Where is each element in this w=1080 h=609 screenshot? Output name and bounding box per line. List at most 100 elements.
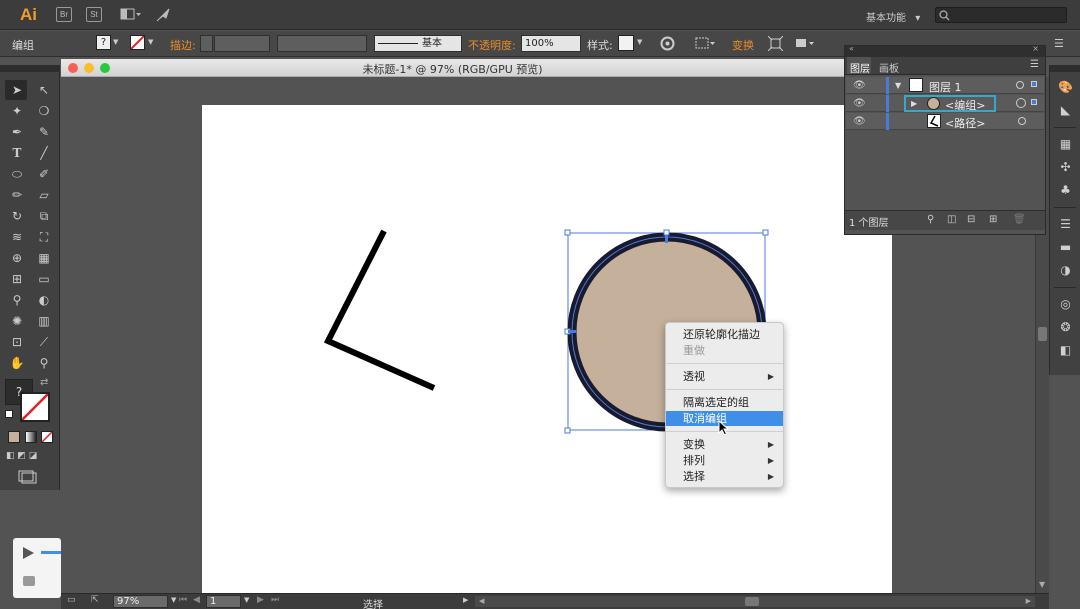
appearance-panel-icon[interactable]: ◎ <box>1058 297 1073 312</box>
perspective-grid-tool-icon[interactable]: ▦ <box>35 250 53 266</box>
brushes-icon[interactable]: ✣ <box>1058 160 1073 175</box>
stroke-swatch[interactable] <box>130 35 145 50</box>
path-name[interactable]: <路径> <box>945 115 985 131</box>
symbols-icon[interactable]: ♣ <box>1058 183 1073 198</box>
close-panel-icon[interactable]: × <box>1032 44 1039 53</box>
zoom-dropdown-caret[interactable]: ▼ <box>171 596 176 604</box>
hand-tool-icon[interactable]: ✋ <box>8 355 26 371</box>
eye-icon[interactable]: 👁 <box>853 80 866 91</box>
pen-tool-icon[interactable]: ✒ <box>8 124 26 140</box>
pencil-tool-icon[interactable]: ✏ <box>8 187 26 203</box>
fill-dropdown-caret[interactable]: ▼ <box>113 38 118 46</box>
graphic-style-swatch[interactable] <box>618 35 634 51</box>
scale-tool-icon[interactable]: ⧉ <box>35 208 53 224</box>
direct-selection-tool-icon[interactable]: ↖ <box>35 82 53 98</box>
variable-width-profile[interactable] <box>277 35 367 52</box>
layer-row-group[interactable]: 👁 ▶ <编组> <box>846 95 1044 112</box>
status-menu-arrow[interactable]: ▶ <box>463 596 468 604</box>
paintbrush-tool-icon[interactable]: ✐ <box>35 166 53 182</box>
handle-top-left[interactable] <box>564 229 571 236</box>
menu-item-transform[interactable]: 变换 ▶ <box>666 437 783 452</box>
selection-tool-icon[interactable]: ➤ <box>8 82 26 98</box>
layer-row[interactable]: 👁 ▼ 图层 1 <box>846 77 1044 94</box>
color-palette-icon[interactable]: 🎨 <box>1058 80 1073 95</box>
line-segment-tool-icon[interactable]: ╱ <box>35 145 53 161</box>
gpu-performance-button[interactable] <box>155 7 171 23</box>
scroll-down-icon[interactable]: ▼ <box>1039 580 1045 589</box>
document-profile-icon[interactable]: ▭ <box>67 595 76 605</box>
layer-row-path[interactable]: 👁 <路径> <box>846 113 1044 130</box>
angle-path[interactable] <box>323 229 436 391</box>
layer-name[interactable]: 图层 1 <box>929 79 962 95</box>
gradient-mode-button[interactable] <box>25 431 37 443</box>
selection-indicator[interactable] <box>1031 81 1037 87</box>
curvature-tool-icon[interactable]: ✎ <box>35 124 53 140</box>
isolate-button[interactable] <box>767 35 784 52</box>
stroke-panel-icon[interactable]: ☰ <box>1058 217 1073 232</box>
expand-triangle-icon[interactable]: ▶ <box>911 99 917 108</box>
zoom-tool-icon[interactable]: ⚲ <box>35 355 53 371</box>
color-guide-icon[interactable]: ◣ <box>1058 103 1073 118</box>
stroke-dropdown-caret[interactable]: ▼ <box>148 38 153 46</box>
brush-definition-dropdown[interactable]: 基本 <box>374 35 462 52</box>
stroke-none-swatch[interactable] <box>20 392 50 422</box>
new-layer-icon[interactable]: ⊞ <box>989 214 997 225</box>
horizontal-scroll-thumb[interactable] <box>745 597 759 606</box>
style-dropdown-caret[interactable]: ▼ <box>637 38 642 46</box>
column-graph-tool-icon[interactable]: ▥ <box>35 313 53 329</box>
menu-item-select[interactable]: 选择 ▶ <box>666 469 783 484</box>
gradient-tool-icon[interactable]: ▭ <box>35 271 53 287</box>
arrange-documents-button[interactable] <box>120 7 142 22</box>
tools-panel-grip[interactable] <box>0 65 60 72</box>
ellipse-tool-icon[interactable]: ⬭ <box>8 166 26 182</box>
anchor-left[interactable] <box>568 330 576 333</box>
anchor-top[interactable] <box>665 235 668 243</box>
selection-indicator[interactable] <box>1031 99 1037 105</box>
handle-bottom-left[interactable] <box>564 427 571 434</box>
first-artboard-icon[interactable]: ⏮ <box>179 595 187 605</box>
share-icon[interactable]: ⇱ <box>91 595 99 605</box>
transparency-panel-icon[interactable]: ◑ <box>1058 263 1073 278</box>
search-input[interactable] <box>935 7 1067 23</box>
scroll-left-icon[interactable]: ◀ <box>479 597 484 605</box>
layers-panel-icon[interactable]: ◧ <box>1058 343 1073 358</box>
swap-fill-stroke-icon[interactable]: ⇄ <box>40 377 48 388</box>
stroke-weight-stepper[interactable] <box>200 35 213 52</box>
last-artboard-icon[interactable]: ⏭ <box>271 595 279 605</box>
make-clipping-mask-icon[interactable]: ◫ <box>947 214 956 225</box>
delete-layer-icon[interactable]: 🗑 <box>1013 214 1026 225</box>
default-fill-stroke-icon[interactable] <box>5 410 13 418</box>
vertical-scroll-thumb[interactable] <box>1038 327 1047 341</box>
warp-tool-icon[interactable]: ≋ <box>8 229 26 245</box>
eye-icon[interactable]: 👁 <box>853 98 866 109</box>
previous-artboard-icon[interactable]: ◀ <box>193 595 200 605</box>
menu-item-perspective[interactable]: 透视 ▶ <box>666 369 783 384</box>
stock-button[interactable]: St <box>86 7 102 22</box>
current-tool-status[interactable]: 选择 <box>363 596 383 609</box>
locate-object-icon[interactable]: ⚲ <box>927 214 934 225</box>
next-artboard-icon[interactable]: ▶ <box>257 595 264 605</box>
eye-icon[interactable]: 👁 <box>853 116 866 127</box>
group-name[interactable]: <编组> <box>945 97 985 113</box>
eraser-tool-icon[interactable]: ▱ <box>35 187 53 203</box>
scroll-right-icon[interactable]: ▶ <box>1026 597 1031 605</box>
graphic-styles-icon[interactable]: ❂ <box>1058 320 1073 335</box>
target-icon[interactable] <box>1018 117 1026 125</box>
symbol-sprayer-tool-icon[interactable]: ✺ <box>8 313 26 329</box>
select-similar-dropdown[interactable] <box>795 36 817 51</box>
rotate-tool-icon[interactable]: ↻ <box>8 208 26 224</box>
stroke-weight-field[interactable] <box>214 35 270 52</box>
zoom-level-field[interactable]: 97% <box>113 595 168 608</box>
new-sublayer-icon[interactable]: ⊟ <box>967 214 975 225</box>
slice-tool-icon[interactable]: ⟋ <box>35 334 53 350</box>
gradient-panel-icon[interactable]: ▬ <box>1058 240 1073 255</box>
menu-item-undo-outline-stroke[interactable]: 还原轮廓化描边 <box>666 327 783 342</box>
target-icon[interactable] <box>1016 81 1024 89</box>
target-icon[interactable] <box>1016 98 1026 108</box>
fill-swatch[interactable]: ? <box>96 35 111 50</box>
screen-mode-button[interactable] <box>18 470 38 484</box>
dock-grip[interactable] <box>1050 65 1080 72</box>
magic-wand-tool-icon[interactable]: ✦ <box>8 103 26 119</box>
handle-top-right[interactable] <box>762 229 769 236</box>
stroke-label[interactable]: 描边: <box>170 37 196 53</box>
